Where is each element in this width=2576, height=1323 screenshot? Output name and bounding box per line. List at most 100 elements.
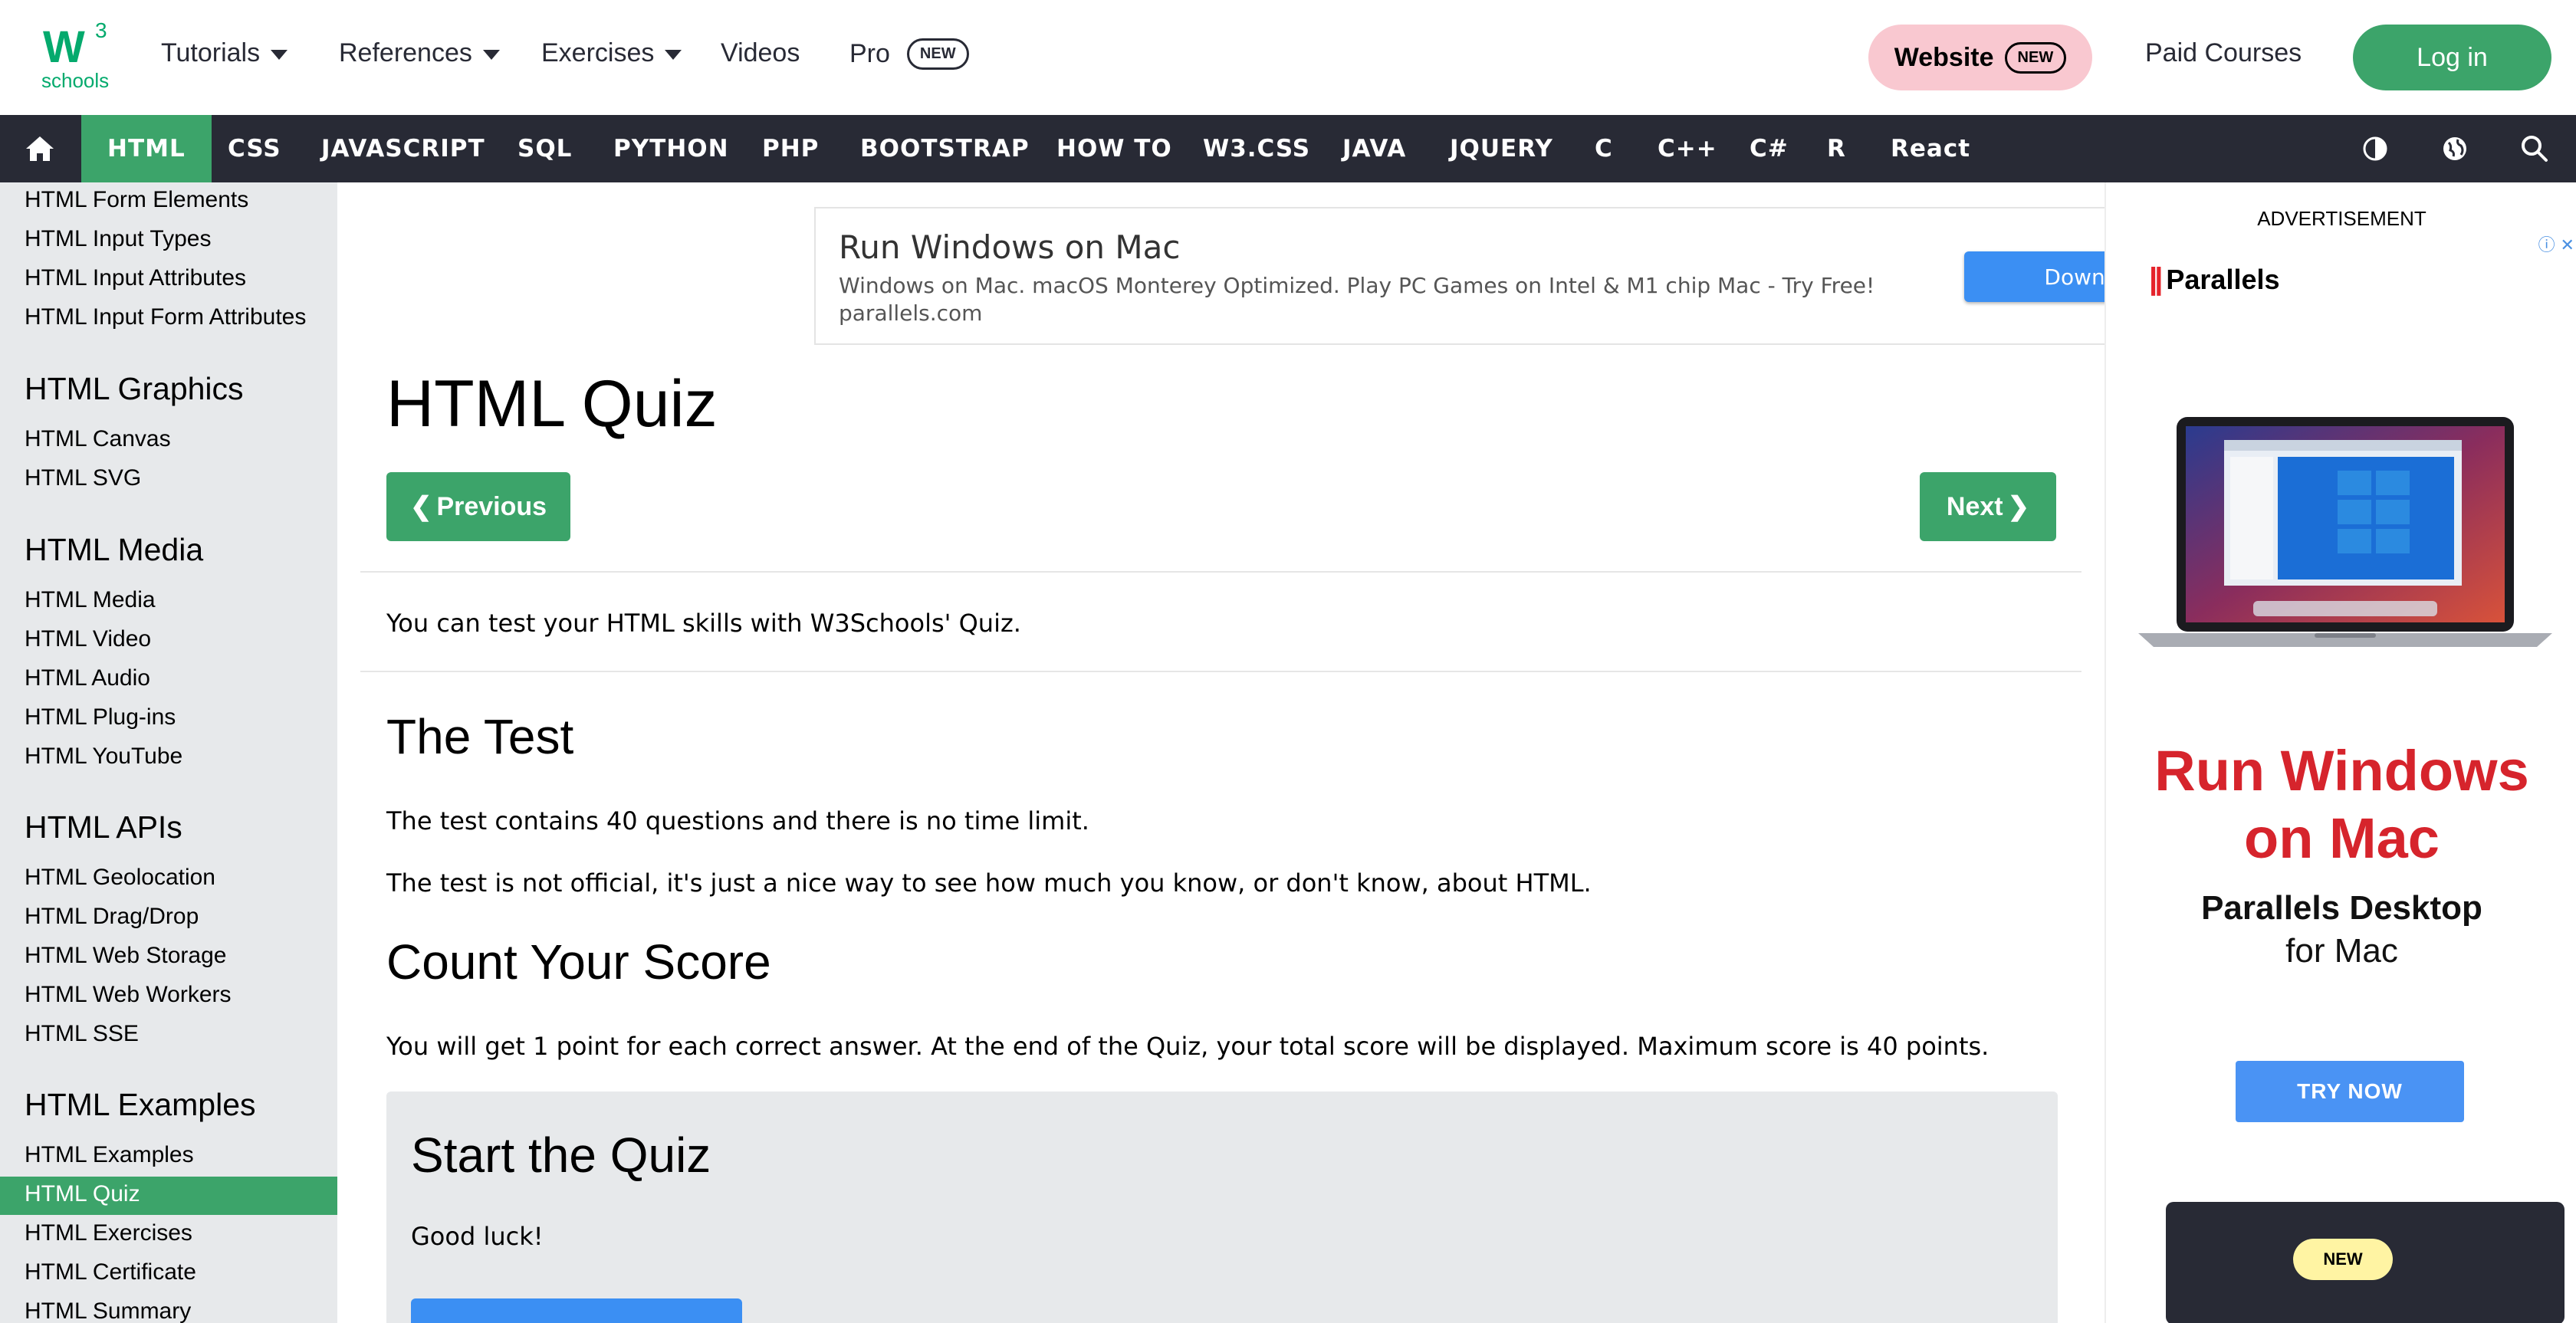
contrast-icon[interactable]	[2358, 132, 2392, 166]
good-luck-text: Good luck!	[411, 1222, 544, 1251]
nav-jquery[interactable]: JQUERY	[1450, 115, 1553, 182]
sidebar-item-web-storage[interactable]: HTML Web Storage	[25, 943, 226, 969]
sidebar-item-summary[interactable]: HTML Summary	[25, 1298, 191, 1323]
sidebar-item-dragdrop[interactable]: HTML Drag/Drop	[25, 904, 199, 930]
new-badge: NEW	[2004, 41, 2067, 74]
try-now-button[interactable]: TRY NOW	[2236, 1061, 2464, 1122]
sidebar-heading-apis: HTML APIs	[25, 809, 182, 845]
logo-schools: schools	[41, 69, 110, 92]
search-icon[interactable]	[2518, 132, 2551, 166]
product-label: Parallels Desktop	[2201, 889, 2482, 927]
chevron-left-icon: ❮	[409, 492, 432, 521]
sidebar: HTML Form Elements HTML Input Types HTML…	[0, 182, 337, 1323]
references-menu[interactable]: References	[339, 38, 500, 68]
ad-headline-line1: Run Windows	[2154, 739, 2529, 803]
previous-button[interactable]: ❮ Previous	[386, 472, 570, 541]
right-ad-column: ADVERTISEMENT ⓘ ✕ || Parallels Run Windo…	[2104, 182, 2576, 1323]
website-button[interactable]: Website NEW	[1868, 25, 2092, 90]
logo-superscript: 3	[95, 18, 107, 42]
nav-javascript[interactable]: JAVASCRIPT	[321, 115, 485, 182]
sidebar-item-geolocation[interactable]: HTML Geolocation	[25, 865, 215, 891]
sidebar-item-media[interactable]: HTML Media	[25, 587, 156, 613]
start-quiz-heading: Start the Quiz	[411, 1128, 711, 1183]
parallels-bars-icon: ||	[2149, 262, 2164, 296]
nav-sql[interactable]: SQL	[518, 115, 572, 182]
sidebar-item-youtube[interactable]: HTML YouTube	[25, 744, 182, 770]
nav-python[interactable]: PYTHON	[613, 115, 729, 182]
nav-csharp[interactable]: C#	[1750, 115, 1789, 182]
test-paragraph-2: The test is not official, it's just a ni…	[386, 868, 1592, 898]
next-button[interactable]: Next ❯	[1920, 472, 2056, 541]
parallels-brand: Parallels	[2166, 263, 2280, 295]
caret-down-icon	[271, 50, 288, 60]
ad-headline-line2: on Mac	[2244, 806, 2440, 870]
nav-w3css[interactable]: W3.CSS	[1203, 115, 1310, 182]
sidebar-item-certificate[interactable]: HTML Certificate	[25, 1259, 196, 1285]
exercises-label: Exercises	[541, 38, 655, 67]
ad-product-name: Parallels Desktop	[2106, 889, 2576, 927]
advertisement-label: ADVERTISEMENT	[2257, 207, 2426, 230]
ad-domain: parallels.com	[839, 300, 983, 326]
divider	[360, 571, 2082, 573]
sidebar-item-quiz[interactable]: HTML Quiz	[25, 1181, 140, 1207]
references-label: References	[339, 38, 472, 67]
previous-label: Previous	[436, 491, 547, 521]
sidebar-item-video[interactable]: HTML Video	[25, 626, 151, 652]
nav-r[interactable]: R	[1827, 115, 1846, 182]
nav-cpp[interactable]: C++	[1658, 115, 1717, 182]
sidebar-item-plugins[interactable]: HTML Plug-ins	[25, 704, 176, 730]
sidebar-item-input-form-attributes[interactable]: HTML Input Form Attributes	[25, 304, 306, 330]
nav-css[interactable]: CSS	[228, 115, 281, 182]
sidebar-item-input-types[interactable]: HTML Input Types	[25, 226, 211, 252]
ad-description: Windows on Mac. macOS Monterey Optimized…	[839, 273, 1875, 298]
top-ad-banner[interactable]: Run Windows on Mac Windows on Mac. macOS…	[814, 207, 2302, 345]
start-quiz-box: Start the Quiz Good luck!	[386, 1092, 2058, 1323]
intro-text: You can test your HTML skills with W3Sch…	[386, 609, 1021, 638]
nav-react[interactable]: React	[1891, 115, 1970, 182]
sidebar-item-input-attributes[interactable]: HTML Input Attributes	[25, 265, 246, 291]
sidebar-item-exercises[interactable]: HTML Exercises	[25, 1220, 192, 1246]
nav-howto[interactable]: HOW TO	[1056, 115, 1172, 182]
website-label: Website	[1894, 42, 1994, 72]
sidebar-item-svg[interactable]: HTML SVG	[25, 465, 141, 491]
nav-java[interactable]: JAVA	[1342, 115, 1406, 182]
sidebar-heading-media: HTML Media	[25, 532, 204, 567]
promo-card[interactable]: NEW	[2166, 1202, 2564, 1323]
score-heading: Count Your Score	[386, 934, 771, 990]
ad-for-mac: for Mac	[2285, 932, 2398, 970]
home-icon[interactable]	[23, 132, 57, 166]
nav-c[interactable]: C	[1595, 115, 1613, 182]
exercises-menu[interactable]: Exercises	[541, 38, 682, 68]
ad-title: Run Windows on Mac	[839, 228, 1181, 266]
pro-link[interactable]: Pro NEW	[849, 38, 969, 70]
sidebar-item-sse[interactable]: HTML SSE	[25, 1021, 139, 1047]
videos-label: Videos	[721, 38, 800, 67]
paid-courses-link[interactable]: Paid Courses	[2145, 38, 2302, 68]
sidebar-item-examples[interactable]: HTML Examples	[25, 1142, 194, 1168]
sidebar-item-canvas[interactable]: HTML Canvas	[25, 426, 171, 452]
sidebar-item-audio[interactable]: HTML Audio	[25, 665, 150, 691]
sidebar-item-form-elements[interactable]: HTML Form Elements	[25, 187, 248, 213]
new-badge: NEW	[906, 38, 969, 70]
nav-bootstrap[interactable]: BOOTSTRAP	[860, 115, 1030, 182]
parallels-logo[interactable]: || Parallels	[2149, 262, 2280, 297]
ad-close-icon[interactable]: ⓘ ✕	[2538, 231, 2574, 256]
w3schools-logo[interactable]: W 3 schools	[40, 18, 113, 94]
globe-icon[interactable]	[2438, 132, 2472, 166]
language-nav: HTML CSS JAVASCRIPT SQL PYTHON PHP BOOTS…	[0, 115, 2576, 182]
start-quiz-button[interactable]	[411, 1298, 742, 1323]
tutorials-menu[interactable]: Tutorials	[161, 38, 288, 68]
sidebar-item-web-workers[interactable]: HTML Web Workers	[25, 982, 232, 1008]
score-paragraph: You will get 1 point for each correct an…	[386, 1032, 1990, 1061]
videos-link[interactable]: Videos	[721, 38, 800, 68]
nav-html[interactable]: HTML	[81, 115, 212, 182]
divider	[360, 671, 2082, 672]
tutorials-label: Tutorials	[161, 38, 261, 67]
nav-php[interactable]: PHP	[762, 115, 819, 182]
caret-down-icon	[482, 50, 500, 60]
new-badge: NEW	[2293, 1239, 2393, 1280]
page-title: HTML Quiz	[386, 367, 718, 441]
login-button[interactable]: Log in	[2353, 25, 2551, 90]
test-heading: The Test	[386, 709, 574, 764]
logo-w: W	[43, 22, 85, 72]
